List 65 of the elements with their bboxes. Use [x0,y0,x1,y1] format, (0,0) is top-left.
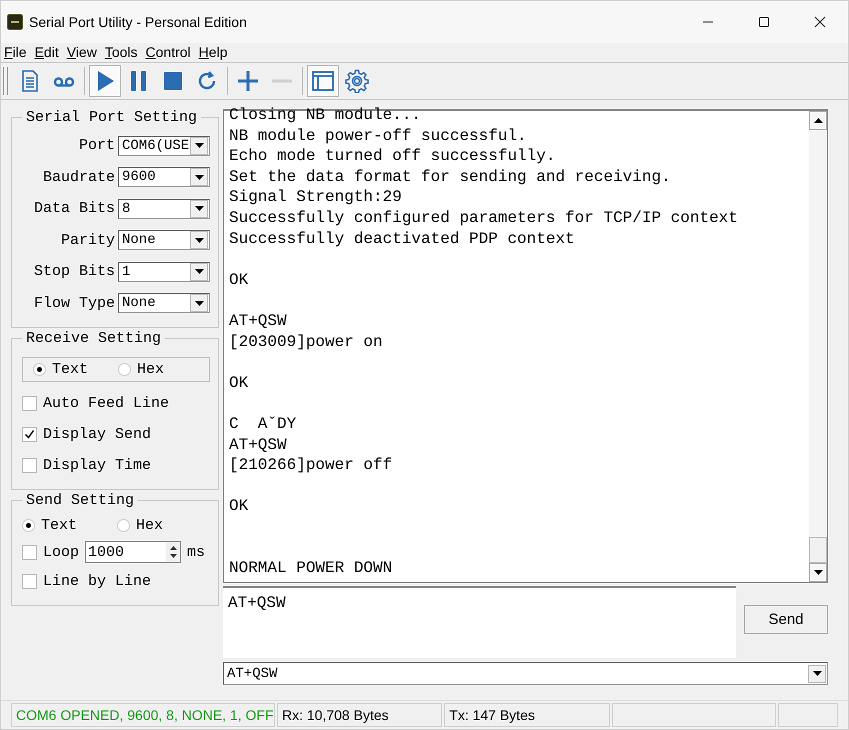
menu-item[interactable]: View [66,44,97,60]
menu-item[interactable]: File [4,44,27,60]
field-label: Port [78,137,115,154]
field-label: Flow Type [34,294,115,312]
field-label: Stop Bits [34,263,115,280]
stop-icon [161,69,185,93]
checkbox[interactable]: Display Time [22,450,210,481]
menu-item[interactable]: Edit [34,44,59,60]
dropdown-arrow-icon [194,143,204,148]
check-icon [24,429,35,440]
group-title: Serial Port Setting [25,109,198,126]
status-segment: Tx: 147 Bytes [444,703,610,727]
group-title: Send Setting [25,492,136,509]
minus-icon [270,79,294,83]
status-panel [778,703,838,727]
scroll-up-icon [814,118,822,123]
play-button[interactable] [89,65,121,97]
app-logo-icon [7,14,23,30]
dropdown[interactable]: 1 [118,262,210,282]
radio-button[interactable]: Text [33,361,88,378]
checkbox[interactable]: Auto Feed Line [22,388,210,419]
dropdown[interactable]: 8 [118,198,210,219]
checkbox[interactable]: Line by Line [22,566,210,597]
settings-icon [345,69,369,93]
dropdown-arrow-icon [812,671,822,676]
menu-item[interactable]: Control [146,44,191,60]
field-label: Baudrate [42,168,115,186]
dropdown[interactable]: COM6(USE [118,136,210,156]
receive-area[interactable] [223,109,828,583]
unit-label: ms [187,544,206,560]
field-label: Data Bits [34,200,115,218]
send-button[interactable]: Send [744,605,828,634]
window-title: Serial Port Utility - Personal Edition [29,14,247,30]
close-icon[interactable] [814,16,826,28]
menu-item[interactable]: Help [198,44,228,60]
menu-item[interactable]: Tools [104,44,138,60]
scroll-down-icon [814,570,822,575]
field-label: Parity [60,232,115,249]
plus-icon [236,69,260,93]
radio-button[interactable]: Text [22,517,78,534]
window-icon [311,69,335,93]
window-button[interactable] [307,65,339,97]
checkbox[interactable]: Display Send [22,419,210,450]
scrollbar[interactable] [809,111,827,582]
maximize-icon[interactable] [758,16,770,28]
dropdown-arrow-icon [194,206,204,212]
spin-arrows-icon [168,544,178,560]
status-segment: COM6 OPENED, 9600, 8, NONE, 1, OFF [11,703,275,727]
dropdown-arrow-icon [194,300,204,306]
interval-spinbox[interactable]: 1000 [85,541,182,563]
radio-button[interactable]: Hex [117,517,164,534]
dropdown[interactable]: None [118,230,210,250]
status-segment: Rx: 10,708 Bytes [277,703,442,727]
history-dropdown[interactable]: AT+QSW [223,662,828,685]
group-title: Receive Setting [25,330,162,347]
dropdown-arrow-icon [194,174,204,180]
dropdown[interactable]: None [118,293,210,314]
log-text: Closing NB module... NB module power-off successful. Echo mode turned off successfully. Set the data format for sending and receiving. Signal Strength:29 Successfully configured parameters for TCP/IP context Successfully deactivated PDP context OK AT+QSW [203009]power on OK C AˇDY AT+QSW [210266]power off OK NORMAL POWER DOWN [228,105,739,580]
dropdown-arrow-icon [194,269,204,274]
dropdown-arrow-icon [194,238,204,243]
send-input-field[interactable]: AT+QSW [223,586,736,658]
dropdown[interactable]: 9600 [118,167,210,188]
radio-button[interactable]: Hex [118,361,164,378]
checkbox[interactable]: Loop [22,544,80,560]
scroll-thumb[interactable] [809,537,827,563]
